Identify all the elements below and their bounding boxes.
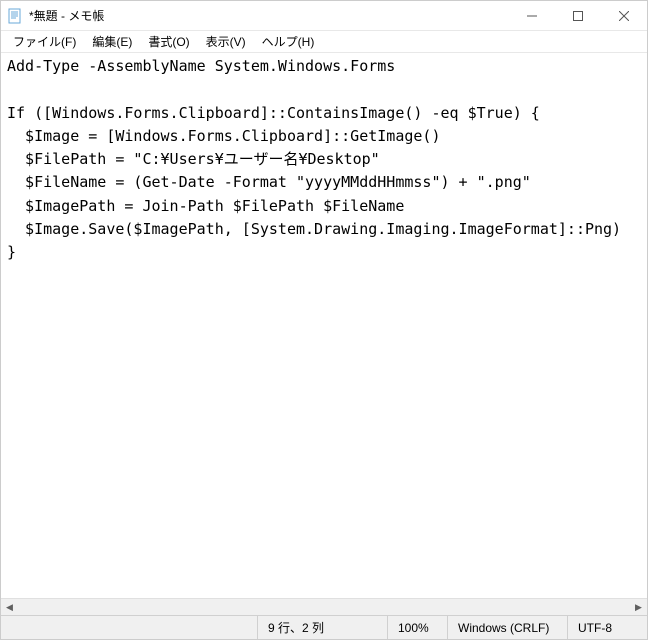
window-controls [509, 1, 647, 30]
menu-view[interactable]: 表示(V) [198, 31, 254, 52]
status-zoom: 100% [387, 616, 447, 639]
status-encoding: UTF-8 [567, 616, 647, 639]
menubar: ファイル(F) 編集(E) 書式(O) 表示(V) ヘルプ(H) [1, 31, 647, 53]
horizontal-scrollbar[interactable]: ◀ ▶ [1, 598, 647, 615]
menu-file[interactable]: ファイル(F) [5, 31, 84, 52]
menu-edit[interactable]: 編集(E) [84, 31, 140, 52]
titlebar: *無題 - メモ帳 [1, 1, 647, 31]
window-title: *無題 - メモ帳 [29, 7, 509, 24]
menu-help[interactable]: ヘルプ(H) [254, 31, 323, 52]
scroll-right-icon[interactable]: ▶ [630, 599, 647, 615]
status-cursor-position: 9 行、2 列 [257, 616, 387, 639]
close-button[interactable] [601, 1, 647, 30]
scroll-left-icon[interactable]: ◀ [1, 599, 18, 615]
minimize-button[interactable] [509, 1, 555, 30]
menu-format[interactable]: 書式(O) [140, 31, 197, 52]
status-line-ending: Windows (CRLF) [447, 616, 567, 639]
maximize-button[interactable] [555, 1, 601, 30]
notepad-icon [7, 8, 23, 24]
scroll-track[interactable] [18, 599, 630, 615]
text-area[interactable]: Add-Type -AssemblyName System.Windows.Fo… [1, 53, 647, 598]
statusbar: 9 行、2 列 100% Windows (CRLF) UTF-8 [1, 615, 647, 639]
